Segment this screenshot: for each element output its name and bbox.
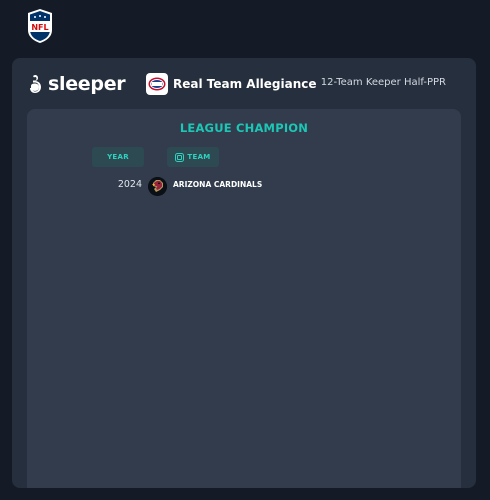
team-header-icon [175,152,185,162]
champion-year: 2024 [117,179,142,190]
league-avatar-icon [146,73,168,95]
year-header-label: YEAR [107,153,129,161]
nfl-shield-icon[interactable]: NFL [26,8,54,44]
year-column-header[interactable]: YEAR [92,147,144,167]
card-header: sleeper Real Team Allegiance 12-Team Kee… [12,58,476,108]
top-bar: NFL [0,0,490,58]
team-header-label: TEAM [187,153,211,161]
sleeper-wordmark: sleeper [48,73,126,95]
sleeper-logo-icon [30,74,41,93]
league-format: 12-Team Keeper Half-PPR [320,77,446,88]
svg-text:NFL: NFL [31,23,48,32]
team-column-header[interactable]: TEAM [167,147,219,167]
league-title[interactable]: Real Team Allegiance [146,72,317,96]
sleeper-brand[interactable]: sleeper [29,71,126,97]
table-row: 2024 ARIZONA CARDINALS [27,175,461,199]
league-card: sleeper Real Team Allegiance 12-Team Kee… [12,58,476,488]
league-champion-panel: LEAGUE CHAMPION YEAR TEAM 2024 ARIZONA C… [27,109,461,488]
arizona-cardinals-logo-icon [148,177,167,196]
league-name: Real Team Allegiance [173,77,317,91]
champion-team-name[interactable]: ARIZONA CARDINALS [173,180,262,189]
panel-title: LEAGUE CHAMPION [179,121,309,135]
